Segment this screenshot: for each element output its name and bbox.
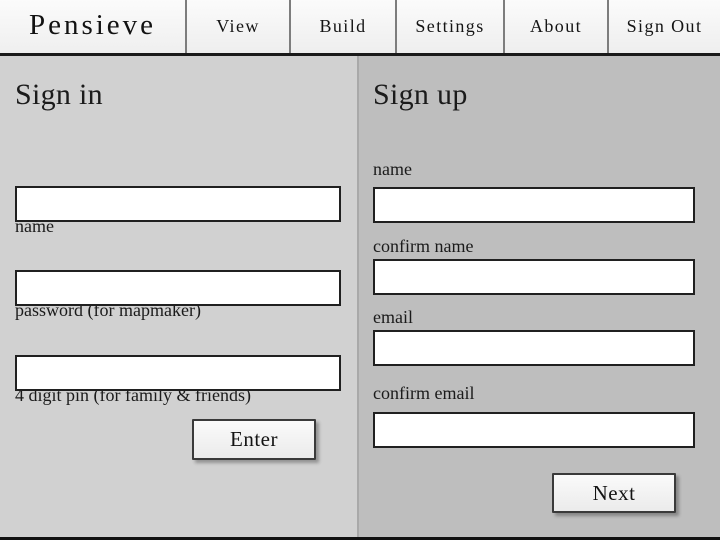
nav-tab-view[interactable]: View	[187, 0, 291, 53]
nav-tab-build[interactable]: Build	[291, 0, 397, 53]
sign-up-confirm-name-input[interactable]	[373, 259, 695, 295]
sign-up-confirm-email-input[interactable]	[373, 412, 695, 448]
sign-in-password-input[interactable]	[15, 270, 341, 306]
sign-up-confirm-name-label: confirm name	[373, 236, 474, 256]
sign-up-confirm-email-label: confirm email	[373, 383, 475, 403]
sign-in-pin-input[interactable]	[15, 355, 341, 391]
sign-up-next-button[interactable]: Next	[552, 473, 676, 513]
nav-tab-settings-label: Settings	[415, 16, 485, 36]
content-area: Sign in name password (for mapmaker) 4 d…	[0, 56, 720, 537]
sign-up-email-label: email	[373, 307, 413, 327]
sign-in-title: Sign in	[15, 78, 103, 111]
nav-tab-about[interactable]: About	[505, 0, 609, 53]
sign-in-panel: Sign in name password (for mapmaker) 4 d…	[0, 56, 359, 537]
nav-tab-build-label: Build	[319, 16, 367, 36]
nav-tab-list: View Build Settings About Sign Out	[187, 0, 720, 53]
nav-tab-sign-out-label: Sign Out	[626, 16, 703, 36]
sign-up-title: Sign up	[373, 78, 468, 111]
nav-tab-settings[interactable]: Settings	[397, 0, 505, 53]
app-window: Pensieve View Build Settings About Sign …	[0, 0, 720, 540]
sign-up-panel: Sign up name confirm name email confirm …	[359, 56, 720, 537]
sign-up-name-input[interactable]	[373, 187, 695, 223]
navbar: Pensieve View Build Settings About Sign …	[0, 0, 720, 56]
sign-up-email-input[interactable]	[373, 330, 695, 366]
nav-tab-sign-out[interactable]: Sign Out	[609, 0, 720, 53]
sign-up-name-label: name	[373, 159, 412, 179]
brand-logo[interactable]: Pensieve	[0, 0, 187, 53]
brand-label: Pensieve	[28, 9, 157, 41]
sign-in-name-input[interactable]	[15, 186, 341, 222]
nav-tab-about-label: About	[530, 16, 582, 36]
sign-in-enter-button[interactable]: Enter	[192, 419, 316, 460]
nav-tab-view-label: View	[216, 16, 260, 36]
